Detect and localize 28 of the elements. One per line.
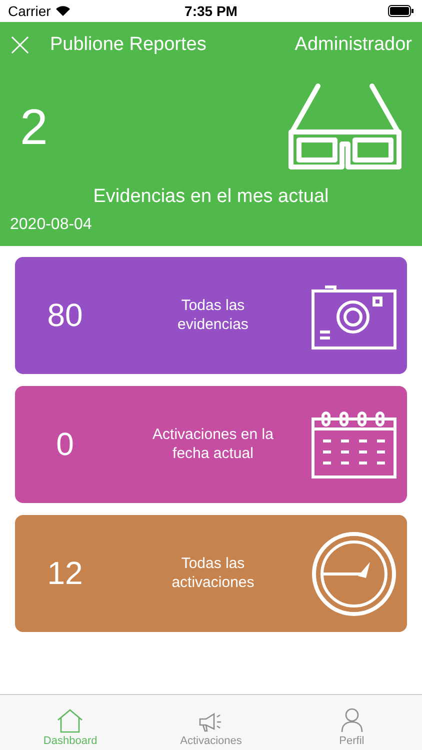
evidence-count: 2 <box>20 98 48 156</box>
gauge-icon <box>311 530 397 616</box>
stat-label: Todas las activaciones <box>170 554 256 592</box>
tab-item[interactable]: Activaciones <box>140 695 282 750</box>
stat-count: 12 <box>46 555 84 592</box>
stat-card[interactable]: 80 Todas las evidencias <box>15 257 407 374</box>
stat-card[interactable]: 12 Todas las activaciones <box>15 515 407 632</box>
stat-count: 0 <box>55 426 75 463</box>
wifi-icon <box>54 5 71 17</box>
close-icon[interactable] <box>10 35 30 55</box>
stat-label: Todas las evidencias <box>176 296 250 334</box>
person-icon <box>340 707 363 733</box>
home-icon <box>57 709 84 733</box>
megaphone-icon <box>198 711 224 733</box>
tab-item[interactable]: Dashboard <box>0 695 141 750</box>
glasses-icon <box>288 82 402 172</box>
calendar-icon <box>311 410 397 478</box>
date-label: 2020-08-04 <box>10 216 92 233</box>
stat-count: 80 <box>46 297 84 334</box>
tab-item[interactable]: Perfil <box>281 695 422 750</box>
battery-icon <box>388 5 414 17</box>
stat-card[interactable]: 0 Activaciones en la fecha actual <box>15 386 407 503</box>
status-time: 7:35 PM <box>184 3 238 19</box>
stat-label: Activaciones en la fecha actual <box>152 426 274 464</box>
app-title: Publione Reportes <box>50 34 208 56</box>
carrier-label: Carrier <box>8 3 51 19</box>
evidence-caption: Evidencias en el mes actual <box>92 186 330 208</box>
user-role: Administrador <box>294 34 412 56</box>
